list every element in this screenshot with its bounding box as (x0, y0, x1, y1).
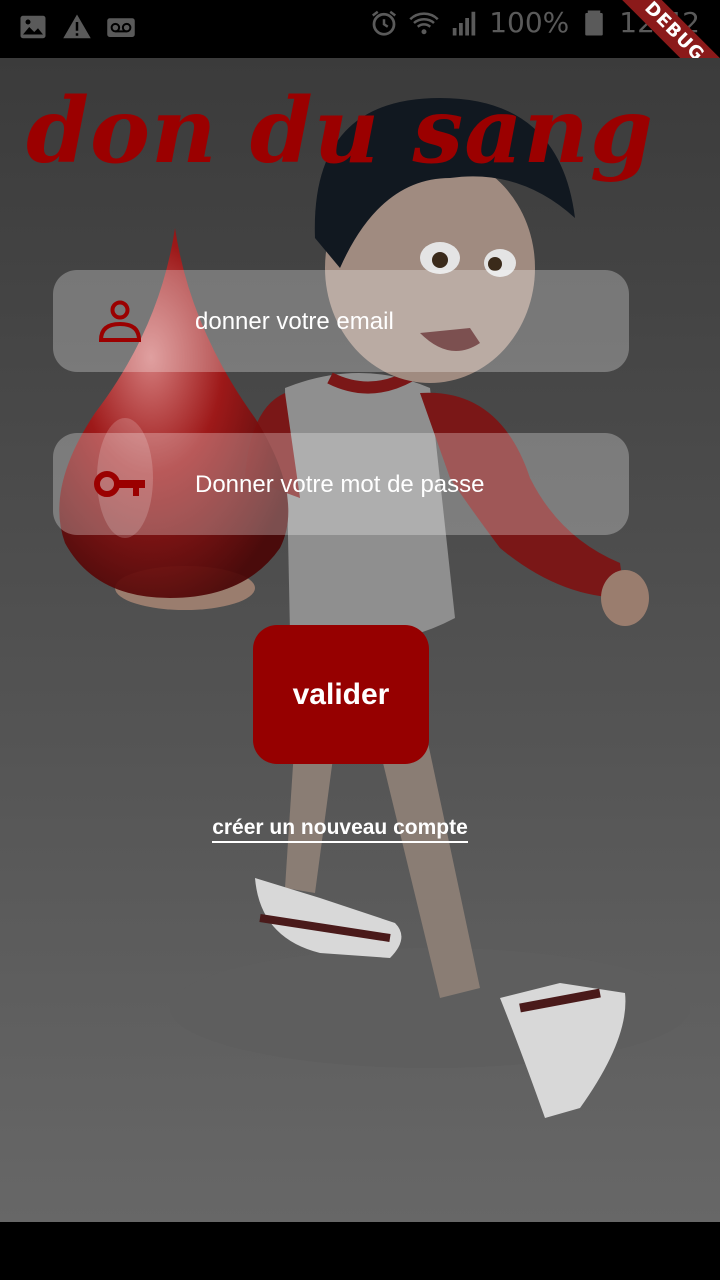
create-account-wrapper: créer un nouveau compte (0, 816, 680, 843)
voicemail-icon (107, 18, 135, 37)
alarm-icon (372, 10, 397, 36)
key-icon (94, 471, 145, 497)
email-input[interactable] (193, 270, 617, 374)
status-bar: 100% 12:42 (0, 0, 720, 58)
wifi-icon (409, 12, 439, 35)
warning-icon (63, 14, 91, 39)
login-screen: don du sang valider créer un nouveau com… (0, 58, 720, 1222)
signal-icon (452, 11, 476, 36)
navigation-bar (0, 1222, 720, 1280)
email-field-container (53, 270, 629, 374)
app-title: don du sang (26, 78, 654, 184)
person-icon (98, 300, 142, 342)
battery-percent: 100% (489, 6, 570, 39)
password-input[interactable] (193, 433, 617, 537)
create-account-link[interactable]: créer un nouveau compte (212, 816, 468, 843)
battery-icon (585, 10, 604, 36)
password-field-container (53, 433, 629, 537)
validate-button[interactable]: valider (253, 625, 429, 764)
image-icon (20, 15, 46, 39)
